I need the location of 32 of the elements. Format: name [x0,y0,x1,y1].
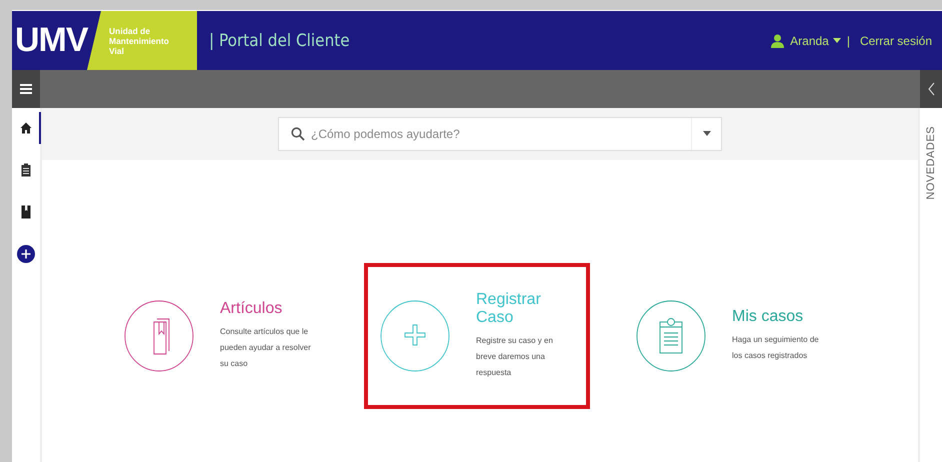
chevron-left-icon [928,82,934,96]
collapse-button[interactable] [920,70,942,108]
card-title: Registrar Caso [476,291,542,327]
book-icon [154,318,170,354]
card-title: Mis casos [732,308,804,326]
search-icon [291,127,305,141]
user-icon [771,34,784,48]
caret-icon [702,131,710,137]
card-description: Haga un seguimiento de los casos registrados [732,334,820,362]
menu-lines-icon [20,83,32,95]
search-field[interactable]: ¿Cómo podemos ayudarte? [278,117,722,151]
separator: | [846,34,850,48]
card-description: Registre su caso y en breve daremos una respuesta [476,335,554,379]
clipboard-icon [21,163,31,177]
plus-icon [404,324,426,346]
logout-link[interactable]: Cerrar sesión [856,34,932,48]
add-icon [17,245,35,263]
option-card[interactable]: Artículos Consulte artículos que le pueden ayudar a resolver su caso [108,263,334,409]
logo-banner: Unidad de Mantenimiento Vial [87,11,197,70]
home-icon [20,122,32,134]
option-card[interactable]: Mis casos Haga un seguimiento de los casos registrados [620,263,846,409]
user-menu[interactable]: Aranda [790,34,841,48]
option-card[interactable]: Registrar Caso Registre su caso y en breve daremos una respuesta [364,263,590,409]
news-tab[interactable]: NOVEDADES [925,126,937,200]
book-icon [21,205,31,219]
caret-icon [832,38,841,44]
card-title: Artículos [220,300,284,318]
menu-button[interactable] [12,70,40,108]
search-input[interactable]: ¿Cómo podemos ayudarte? [305,126,691,142]
clipboard-icon [660,318,682,354]
portal-title: | Portal del Cliente [209,30,350,50]
card-description: Consulte artículos que le pueden ayudar a resolver su caso [220,326,312,370]
